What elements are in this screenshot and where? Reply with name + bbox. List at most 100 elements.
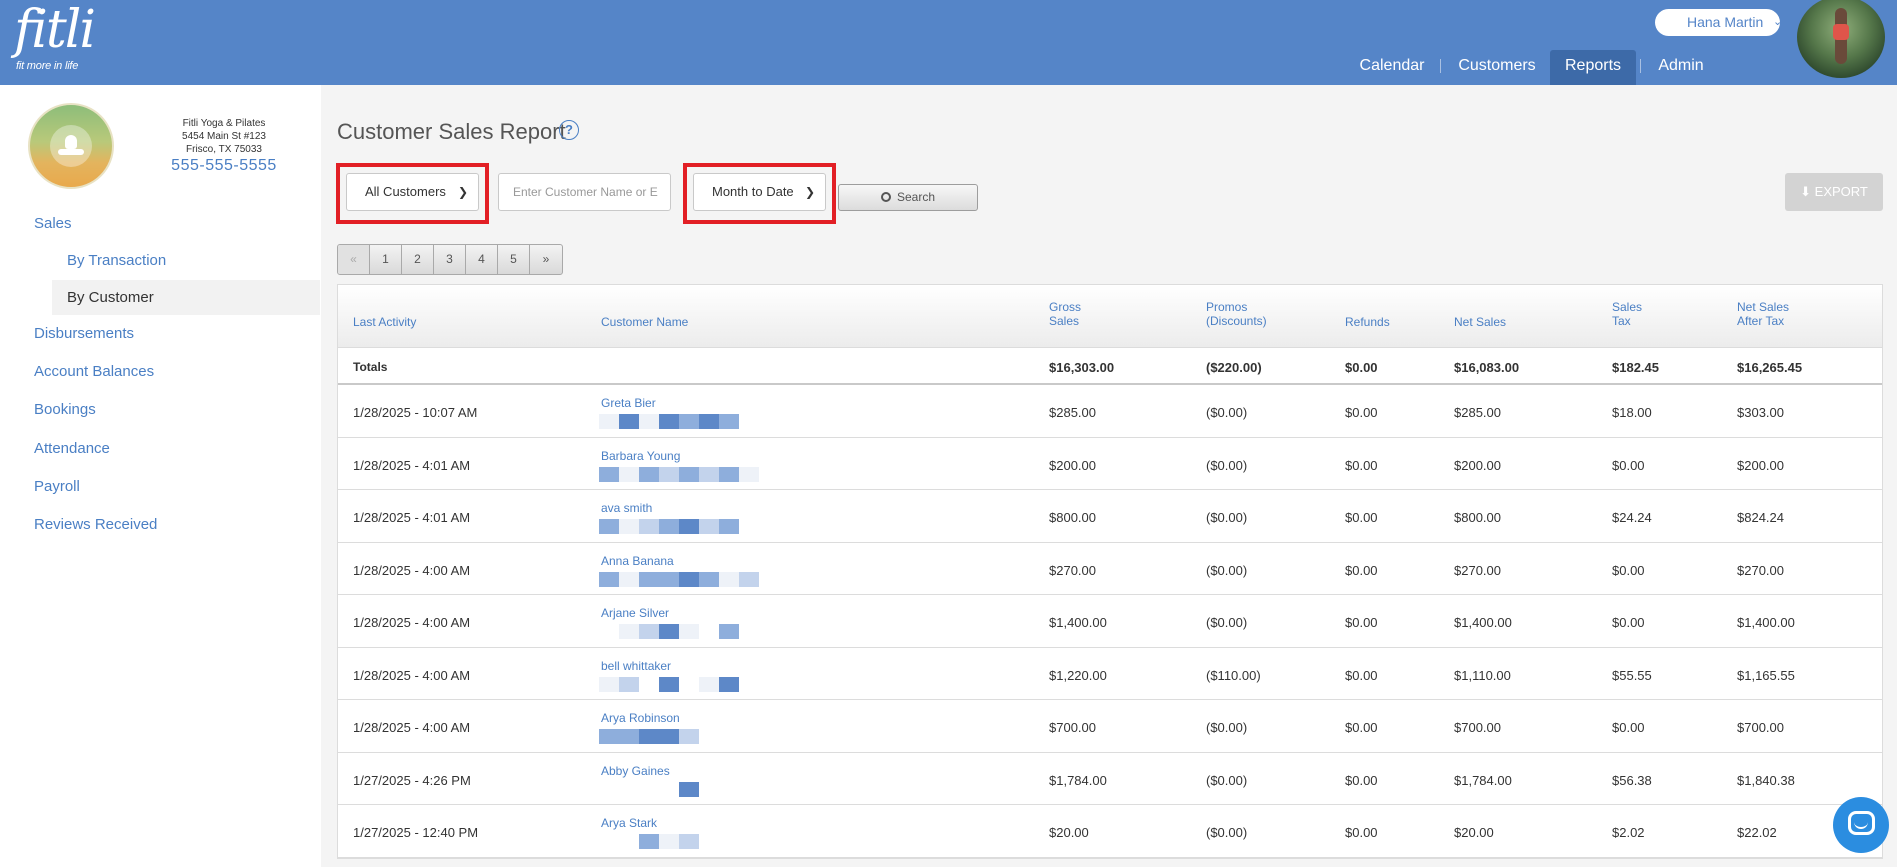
cell-date: 1/28/2025 - 10:07 AM <box>353 405 478 420</box>
customer-link[interactable]: Arjane Silver <box>601 606 669 620</box>
studio-phone[interactable]: 555-555-5555 <box>150 158 298 174</box>
table-row: 1/28/2025 - 4:00 AM Arya Robinson $700.0… <box>338 700 1882 753</box>
customer-link[interactable]: Arya Robinson <box>601 711 680 725</box>
customer-link[interactable]: Greta Bier <box>601 396 656 410</box>
avatar-top <box>1833 24 1849 40</box>
cell-net-after: $1,165.55 <box>1737 667 1795 683</box>
cell-refunds: $0.00 <box>1345 720 1378 735</box>
help-icon[interactable]: ? <box>559 120 579 140</box>
redacted-contact <box>599 676 739 692</box>
redacted-contact <box>599 466 759 482</box>
studio-name: Fitli Yoga & Pilates <box>182 118 266 129</box>
cell-gross: $700.00 <box>1049 720 1096 735</box>
col-last-activity-label: Last Activity <box>353 315 417 329</box>
chat-button[interactable] <box>1833 797 1889 853</box>
customer-link[interactable]: bell whittaker <box>601 659 671 673</box>
table-row: 1/28/2025 - 10:07 AM Greta Bier $285.00 … <box>338 385 1882 438</box>
redacted-contact <box>599 519 739 534</box>
col-refunds[interactable]: Refunds <box>1345 315 1390 329</box>
cell-promos: ($0.00) <box>1206 615 1248 630</box>
studio-address-line1: 5454 Main St #123 <box>182 131 266 142</box>
cell-net: $800.00 <box>1454 510 1501 525</box>
sidebar-item-reviews[interactable]: Reviews Received <box>34 516 157 533</box>
redacted-contact <box>599 781 699 797</box>
col-net-sales[interactable]: Net Sales <box>1454 315 1506 329</box>
sidebar-item-payroll[interactable]: Payroll <box>34 478 80 495</box>
cell-date: 1/28/2025 - 4:00 AM <box>353 667 471 683</box>
cell-promos: ($0.00) <box>1206 457 1248 473</box>
cell-net: $1,784.00 <box>1454 772 1512 788</box>
cell-promos: ($0.00) <box>1206 562 1248 578</box>
cell-net-after: $824.24 <box>1737 510 1784 525</box>
table-row: 1/27/2025 - 12:40 PM Arya Stark $20.00 (… <box>338 805 1882 858</box>
totals-net: $16,083.00 <box>1454 360 1520 375</box>
nav-customers[interactable]: Customers <box>1452 50 1542 85</box>
sidebar-item-sales[interactable]: Sales <box>34 215 72 232</box>
col-customer-name[interactable]: Customer Name <box>601 315 688 329</box>
customer-link[interactable]: Barbara Young <box>601 449 680 463</box>
studio-address-line2: Frisco, TX 75033 <box>186 144 262 155</box>
redacted-contact <box>599 834 699 849</box>
table-row: 1/27/2025 - 4:26 PM Abby Gaines $1,784.0… <box>338 753 1882 805</box>
nav-divider <box>1440 59 1441 73</box>
pagination-page-3[interactable]: 3 <box>434 245 466 274</box>
col-gross-label-2: Sales <box>1049 314 1080 328</box>
pagination-page-5[interactable]: 5 <box>498 245 530 274</box>
nav-calendar[interactable]: Calendar <box>1352 50 1432 85</box>
user-menu[interactable]: Hana Martin ⌄ <box>1655 9 1782 36</box>
nav-admin[interactable]: Admin <box>1648 50 1714 85</box>
pagination-page-1[interactable]: 1 <box>370 245 402 274</box>
customer-search-placeholder: Enter Customer Name or E <box>513 185 658 199</box>
cell-date: 1/28/2025 - 4:00 AM <box>353 720 471 735</box>
cell-gross: $20.00 <box>1049 825 1089 840</box>
cell-tax: $0.00 <box>1612 615 1645 630</box>
sidebar-item-bookings[interactable]: Bookings <box>34 401 96 418</box>
page-title: Customer Sales Report <box>337 119 566 144</box>
redacted-contact <box>599 414 739 429</box>
customer-link[interactable]: Abby Gaines <box>601 764 670 778</box>
cell-tax: $0.00 <box>1612 562 1645 578</box>
pagination-page-2[interactable]: 2 <box>402 245 434 274</box>
sidebar-item-account-balances[interactable]: Account Balances <box>34 363 154 380</box>
col-net-after-tax[interactable]: Net Sales After Tax <box>1737 300 1789 328</box>
totals-tax: $182.45 <box>1612 360 1659 375</box>
studio-info: Fitli Yoga & Pilates 5454 Main St #123 F… <box>150 117 298 174</box>
cell-net: $270.00 <box>1454 562 1501 578</box>
sidebar-item-by-transaction[interactable]: By Transaction <box>52 243 320 278</box>
col-sales-tax[interactable]: Sales Tax <box>1612 300 1642 328</box>
sidebar-item-disbursements[interactable]: Disbursements <box>34 325 134 342</box>
cell-net-after: $22.02 <box>1737 825 1777 840</box>
cell-gross: $800.00 <box>1049 510 1096 525</box>
customer-search-input[interactable]: Enter Customer Name or E <box>498 173 671 211</box>
sidebar: Fitli Yoga & Pilates 5454 Main St #123 F… <box>0 85 320 867</box>
customer-link[interactable]: ava smith <box>601 501 652 515</box>
cell-refunds: $0.00 <box>1345 457 1378 473</box>
cell-net-after: $303.00 <box>1737 405 1784 420</box>
chevron-down-icon: ❯ <box>804 185 815 199</box>
search-button[interactable]: Search <box>838 184 978 211</box>
pagination-page-4[interactable]: 4 <box>466 245 498 274</box>
cell-promos: ($0.00) <box>1206 720 1248 735</box>
cell-tax: $56.38 <box>1612 772 1652 788</box>
main-content: Customer Sales Report ? All Customers ❯ … <box>321 85 1897 867</box>
sidebar-item-by-customer[interactable]: By Customer <box>52 280 320 315</box>
cell-date: 1/27/2025 - 4:26 PM <box>353 772 471 788</box>
col-gross-sales[interactable]: Gross Sales <box>1049 300 1081 328</box>
col-gross-label-1: Gross <box>1049 300 1082 314</box>
customer-filter-select[interactable]: All Customers ❯ <box>346 173 479 211</box>
col-net-after-label-2: After Tax <box>1737 314 1785 328</box>
col-customer-name-label: Customer Name <box>601 315 689 329</box>
col-promos[interactable]: Promos (Discounts) <box>1206 300 1267 328</box>
pagination-next[interactable]: » <box>530 245 562 274</box>
cell-gross: $285.00 <box>1049 405 1096 420</box>
date-range-select[interactable]: Month to Date ❯ <box>693 173 826 211</box>
export-button[interactable]: ⬇ EXPORT <box>1785 173 1883 211</box>
customer-link[interactable]: Arya Stark <box>601 816 657 830</box>
customer-link[interactable]: Anna Banana <box>601 554 674 568</box>
nav-reports[interactable]: Reports <box>1550 50 1636 85</box>
table-row: 1/28/2025 - 4:01 AM ava smith $800.00 ($… <box>338 490 1882 543</box>
pagination-prev[interactable]: « <box>338 245 370 274</box>
col-tax-label-2: Tax <box>1612 314 1631 328</box>
col-last-activity[interactable]: Last Activity <box>353 315 416 329</box>
sidebar-item-attendance[interactable]: Attendance <box>34 440 110 457</box>
